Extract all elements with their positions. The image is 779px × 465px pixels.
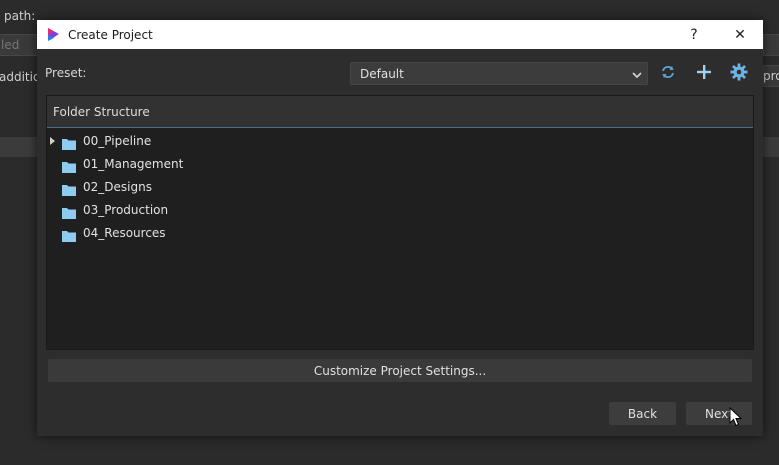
folder-icon — [62, 204, 76, 219]
close-icon: ✕ — [734, 26, 746, 43]
close-button[interactable]: ✕ — [719, 20, 761, 49]
tree-item-04-resources[interactable]: 04_Resources — [47, 223, 753, 243]
folder-icon — [62, 181, 76, 196]
back-button[interactable]: Back — [609, 402, 676, 425]
bg-right-field[interactable] — [763, 34, 779, 56]
bg-strip-right — [763, 137, 779, 157]
title-bar: Create Project ? ✕ — [37, 20, 763, 49]
mouse-pointer-icon — [729, 406, 743, 427]
tree-item-label: 03_Production — [83, 203, 169, 217]
tree-header: Folder Structure — [47, 96, 753, 128]
settings-button[interactable] — [727, 62, 751, 86]
bg-path-label: path: — [4, 9, 36, 23]
chevron-down-icon — [631, 67, 643, 81]
help-button[interactable]: ? — [673, 20, 715, 49]
add-preset-button[interactable] — [692, 62, 716, 86]
tree-item-label: 02_Designs — [83, 180, 152, 194]
folder-icon — [62, 158, 76, 173]
bg-addition-label: additio — [0, 70, 41, 84]
expand-arrow-icon[interactable] — [50, 137, 55, 145]
create-project-dialog: Create Project ? ✕ Preset: Default Folde… — [37, 20, 763, 436]
gear-icon — [730, 63, 748, 85]
tree-item-label: 01_Management — [83, 157, 184, 171]
tree-header-label: Folder Structure — [53, 105, 150, 119]
preset-label: Preset: — [45, 66, 87, 80]
folder-structure-panel: Folder Structure 00_Pipeline 01_Manageme… — [46, 95, 754, 350]
plus-icon — [696, 64, 712, 84]
customize-project-settings-button[interactable]: Customize Project Settings... — [48, 359, 752, 382]
bg-strip-left — [0, 137, 37, 157]
tree-item-label: 04_Resources — [83, 226, 166, 240]
app-logo-icon — [46, 27, 60, 43]
tree-item-label: 00_Pipeline — [83, 134, 152, 148]
preset-dropdown[interactable]: Default — [350, 62, 648, 85]
tree-item-03-production[interactable]: 03_Production — [47, 200, 753, 220]
folder-icon — [62, 135, 76, 150]
bg-path-field[interactable]: led — [0, 34, 39, 56]
dialog-title: Create Project — [68, 27, 153, 42]
bg-right-button[interactable]: pro — [763, 65, 779, 87]
bg-right-button-text: pro — [763, 69, 779, 83]
tree-item-02-designs[interactable]: 02_Designs — [47, 177, 753, 197]
tree-item-01-management[interactable]: 01_Management — [47, 154, 753, 174]
refresh-icon — [660, 64, 676, 84]
folder-icon — [62, 227, 76, 242]
bg-path-field-text: led — [1, 38, 20, 52]
preset-selected-value: Default — [360, 67, 404, 81]
tree-item-00-pipeline[interactable]: 00_Pipeline — [47, 131, 753, 151]
preset-row: Preset: Default — [37, 61, 763, 87]
refresh-button[interactable] — [656, 62, 680, 86]
